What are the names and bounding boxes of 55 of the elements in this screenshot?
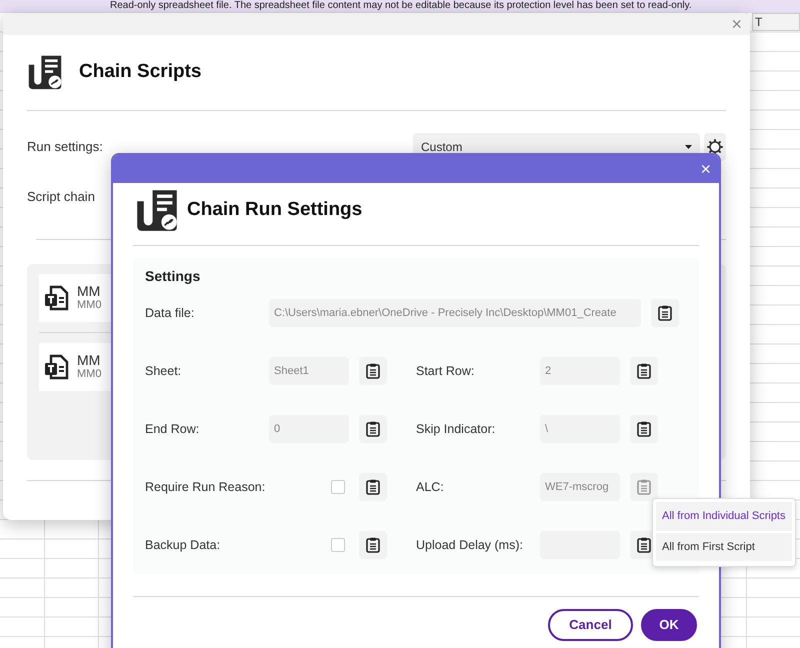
caret-icon (685, 145, 692, 149)
copy-button[interactable] (359, 473, 387, 501)
document-icon (43, 284, 69, 310)
document-link-icon (27, 54, 63, 90)
clipboard-icon (366, 479, 380, 495)
dialog-title: Chain Run Settings (187, 198, 362, 222)
close-button[interactable]: × (700, 160, 711, 178)
field-label: Upload Delay (ms): (416, 536, 524, 554)
script-subtitle: MM0 (77, 368, 102, 380)
document-link-icon (135, 188, 179, 232)
clipboard-icon (366, 363, 380, 379)
dialog-title: Chain Scripts (79, 60, 202, 84)
field-label: Backup Data: (145, 536, 222, 554)
clipboard-icon (637, 479, 651, 495)
copy-button[interactable] (359, 357, 387, 385)
field-label: Require Run Reason: (145, 478, 266, 496)
clipboard-icon (637, 363, 651, 379)
script-subtitle: MM0 (77, 299, 102, 312)
ok-button[interactable]: OK (641, 609, 697, 641)
clipboard-icon (658, 305, 672, 321)
field-label: Run settings: (27, 138, 103, 156)
read-only-banner: Read-only spreadsheet file. The spreadsheet file content may not be editable because its protection level has been set to read-only. (0, 0, 800, 12)
copy-button[interactable] (651, 299, 679, 327)
copy-button[interactable] (630, 357, 658, 385)
checkbox[interactable] (331, 480, 345, 494)
input-field[interactable]: 2 (540, 357, 620, 385)
clipboard-icon (637, 537, 651, 553)
copy-button[interactable] (359, 415, 387, 443)
input-field[interactable]: \ (540, 415, 620, 443)
field-label: Skip Indicator: (416, 420, 496, 438)
input-field[interactable]: Sheet1 (269, 357, 349, 385)
section-heading: Settings (145, 267, 202, 284)
script-name: MM (77, 352, 102, 368)
field-label: Sheet: (145, 362, 182, 380)
document-icon (43, 354, 69, 380)
clipboard-icon (366, 537, 380, 553)
script-name: MM (77, 284, 102, 300)
close-button[interactable]: × (731, 15, 742, 33)
checkbox[interactable] (331, 538, 345, 552)
field-label: Data file: (145, 304, 196, 322)
input-field[interactable]: WE7-mscrog (540, 473, 620, 501)
column-header: T (752, 13, 800, 31)
field-label: End Row: (145, 420, 200, 438)
field-label: Start Row: (416, 362, 476, 380)
cancel-button[interactable]: Cancel (548, 609, 633, 641)
clipboard-icon (366, 421, 380, 437)
input-field[interactable]: 0 (269, 415, 349, 443)
input-field[interactable]: C:\Users\maria.ebner\OneDrive - Precisely Inc\Desktop\MM01_Create (269, 299, 641, 327)
menu-item[interactable]: All from First Script (656, 532, 792, 561)
field-label: Script chain (27, 188, 96, 206)
clipboard-icon (637, 421, 651, 437)
field-label: ALC: (416, 478, 445, 496)
copy-button[interactable] (359, 531, 387, 559)
menu-item[interactable]: All from Individual Scripts (656, 502, 792, 530)
copy-button[interactable] (630, 415, 658, 443)
